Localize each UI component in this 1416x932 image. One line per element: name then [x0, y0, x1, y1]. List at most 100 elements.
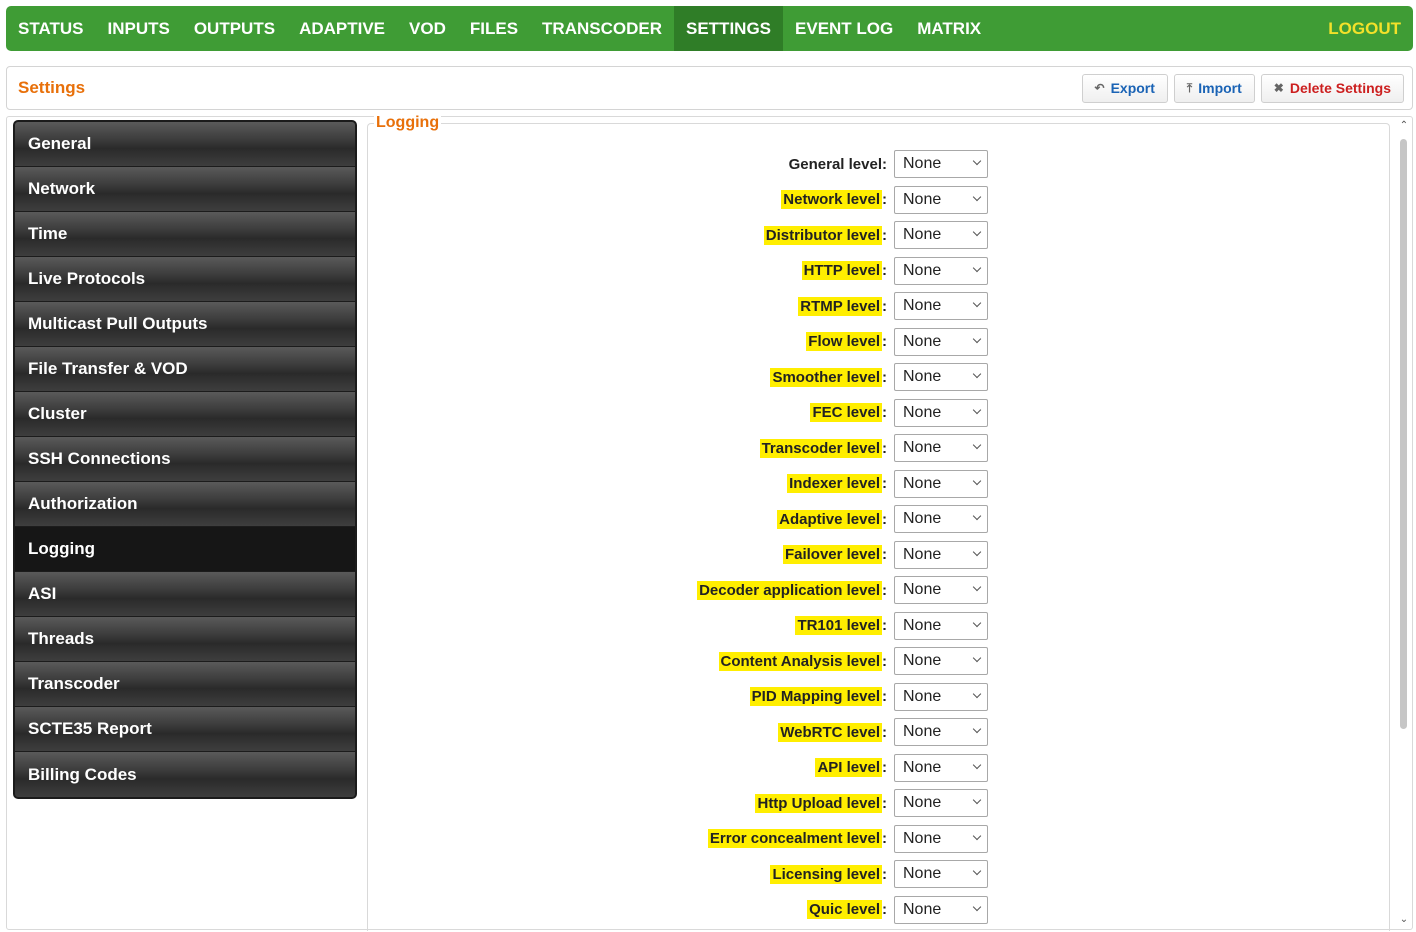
- export-button[interactable]: ↶ Export: [1081, 73, 1168, 103]
- chevron-down-icon: [973, 228, 981, 236]
- sidebar-item-label: Network: [28, 179, 96, 198]
- http-upload-level-select[interactable]: None: [894, 789, 988, 817]
- delete-settings-button[interactable]: ✖ Delete Settings: [1260, 73, 1404, 103]
- sidebar-item-billing-codes[interactable]: Billing Codes: [15, 752, 355, 797]
- api-level-select[interactable]: None: [894, 753, 988, 782]
- tab-transcoder[interactable]: TRANSCODER: [530, 6, 674, 51]
- settings-sidebar: General Network Time Live Protocols Multicas…: [13, 120, 357, 799]
- failover-level-select[interactable]: None: [894, 540, 988, 569]
- http-level-select[interactable]: None: [894, 256, 988, 285]
- label-colon: :: [882, 794, 887, 812]
- licensing-level-select[interactable]: None: [894, 860, 988, 888]
- sidebar-item-label: Time: [28, 224, 68, 243]
- fec-level-select[interactable]: None: [894, 398, 988, 427]
- sidebar-item-threads[interactable]: Threads: [15, 617, 355, 662]
- logging-label-text: PID Mapping level: [749, 687, 882, 706]
- logging-label-text: Quic level: [807, 900, 882, 919]
- sidebar-item-scte35-report[interactable]: SCTE35 Report: [15, 707, 355, 752]
- tab-event-log[interactable]: EVENT LOG: [783, 6, 905, 51]
- pid-mapping-level-select[interactable]: None: [894, 682, 988, 711]
- rtmp-level-select[interactable]: None: [894, 292, 988, 320]
- tab-adaptive[interactable]: ADAPTIVE: [287, 6, 397, 51]
- select-value: None: [903, 687, 942, 705]
- header-actions: ↶ Export ⤒ Import ✖ Delete Settings: [1081, 73, 1404, 103]
- import-button[interactable]: ⤒ Import: [1173, 73, 1255, 103]
- label-colon: :: [882, 333, 887, 350]
- sidebar-item-live-protocols[interactable]: Live Protocols: [15, 257, 355, 302]
- sidebar-item-cluster[interactable]: Cluster: [15, 392, 355, 437]
- chevron-down-icon: [973, 583, 981, 591]
- sidebar-item-label: File Transfer & VOD: [28, 359, 188, 378]
- tab-inputs[interactable]: INPUTS: [95, 6, 181, 51]
- content-area: General Network Time Live Protocols Multicas…: [6, 114, 1413, 931]
- export-label: Export: [1110, 80, 1155, 96]
- smoother-level-select[interactable]: None: [894, 363, 988, 391]
- quic-level-select[interactable]: None: [894, 895, 988, 924]
- delete-settings-label: Delete Settings: [1289, 80, 1391, 96]
- tab-matrix[interactable]: MATRIX: [905, 6, 993, 51]
- logging-row-http-level: HTTP level: None: [368, 256, 988, 286]
- sidebar-item-label: Threads: [28, 629, 95, 648]
- sidebar-item-time[interactable]: Time: [15, 212, 355, 257]
- sidebar-item-ssh-connections[interactable]: SSH Connections: [15, 437, 355, 482]
- logging-row-transcoder-level: Transcoder level: None: [368, 433, 988, 463]
- sidebar-item-network[interactable]: Network: [15, 167, 355, 212]
- select-value: None: [903, 190, 942, 208]
- sidebar-item-authorization[interactable]: Authorization: [15, 482, 355, 527]
- indexer-level-select[interactable]: None: [894, 469, 988, 498]
- decoder-application-level-select[interactable]: None: [894, 576, 988, 604]
- logging-row-label: API level:: [815, 758, 887, 777]
- tab-status[interactable]: STATUS: [6, 6, 95, 51]
- scroll-up-icon[interactable]: ⌃: [1399, 121, 1409, 131]
- sidebar-item-label: General: [28, 134, 92, 153]
- sidebar-item-general[interactable]: General: [15, 122, 355, 167]
- vertical-scrollbar[interactable]: ⌃ ⌄: [1398, 119, 1410, 927]
- select-value: None: [903, 794, 942, 811]
- logging-row-label: Http Upload level:: [755, 793, 887, 813]
- flow-level-select[interactable]: None: [894, 327, 988, 356]
- content-analysis-level-select[interactable]: None: [894, 647, 988, 675]
- select-value: None: [903, 900, 942, 918]
- tr101-level-select[interactable]: None: [894, 611, 988, 640]
- chevron-down-icon: [973, 477, 981, 485]
- network-level-select[interactable]: None: [894, 185, 988, 214]
- sidebar-item-transcoder[interactable]: Transcoder: [15, 662, 355, 707]
- logging-row-indexer-level: Indexer level: None: [368, 469, 988, 499]
- chevron-down-icon: [973, 761, 981, 769]
- label-colon: :: [882, 617, 887, 634]
- distributor-level-select[interactable]: None: [894, 221, 988, 249]
- tab-vod[interactable]: VOD: [397, 6, 458, 51]
- select-value: None: [903, 368, 942, 385]
- adaptive-level-select[interactable]: None: [894, 505, 988, 533]
- general-level-select[interactable]: None: [894, 150, 988, 178]
- sidebar-item-file-transfer-and-vod[interactable]: File Transfer & VOD: [15, 347, 355, 392]
- chevron-down-icon: [973, 867, 981, 875]
- logging-row-label: Licensing level:: [770, 864, 887, 884]
- logging-row-label: Failover level:: [782, 545, 887, 564]
- logging-label-text: Licensing level: [770, 864, 882, 884]
- tab-outputs[interactable]: OUTPUTS: [182, 6, 287, 51]
- logout-link[interactable]: LOGOUT: [1328, 19, 1401, 39]
- logging-row-content-analysis-level: Content Analysis level: None: [368, 646, 988, 676]
- error-concealment-level-select[interactable]: None: [894, 824, 988, 853]
- webrtc-level-select[interactable]: None: [894, 718, 988, 746]
- logging-row-pid-mapping-level: PID Mapping level: None: [368, 682, 988, 712]
- logging-row-quic-level: Quic level: None: [368, 895, 988, 925]
- select-value: None: [903, 652, 942, 669]
- sidebar-item-asi[interactable]: ASI: [15, 572, 355, 617]
- logging-row-label: Transcoder level:: [759, 438, 887, 458]
- logging-row-label: RTMP level:: [798, 296, 887, 316]
- tab-files[interactable]: FILES: [458, 6, 530, 51]
- logging-row-error-concealment-level: Error concealment level: None: [368, 824, 988, 854]
- sidebar-item-label: Live Protocols: [28, 269, 146, 288]
- sidebar-item-multicast-pull-outputs[interactable]: Multicast Pull Outputs: [15, 302, 355, 347]
- transcoder-level-select[interactable]: None: [894, 434, 988, 462]
- logging-label-text: Flow level: [806, 332, 882, 351]
- sidebar-item-logging[interactable]: Logging: [15, 527, 355, 572]
- scroll-down-icon[interactable]: ⌄: [1399, 915, 1409, 925]
- label-colon: :: [882, 297, 887, 315]
- chevron-down-icon: [973, 193, 981, 201]
- logging-label-text: Content Analysis level: [718, 651, 882, 671]
- scrollbar-thumb[interactable]: [1400, 139, 1407, 729]
- tab-settings[interactable]: SETTINGS: [674, 6, 784, 51]
